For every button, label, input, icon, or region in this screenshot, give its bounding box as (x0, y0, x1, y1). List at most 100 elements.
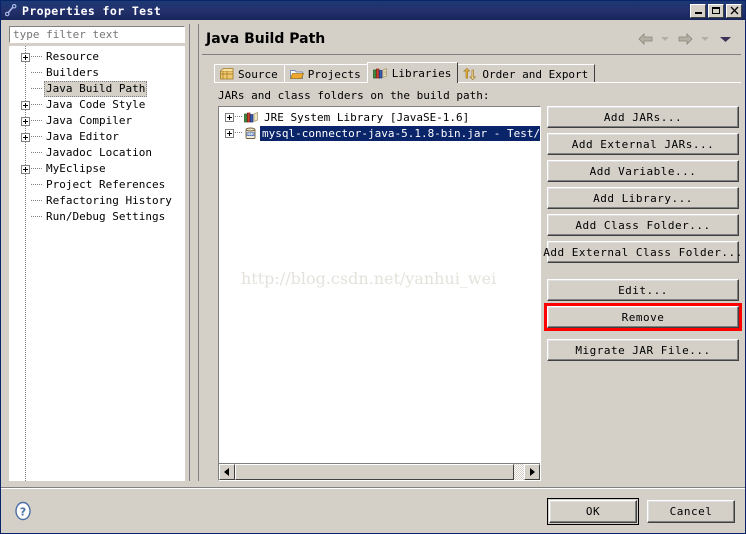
back-arrow-icon[interactable] (637, 31, 653, 47)
open-folder-icon (289, 68, 304, 80)
tree-connector (31, 184, 42, 186)
sidebar-item-myeclipse[interactable]: MyEclipse (9, 161, 185, 177)
view-menu-icon[interactable] (717, 31, 733, 47)
tab-label: Source (238, 67, 278, 81)
sidebar-item-label: Run/Debug Settings (46, 210, 166, 223)
add-jars-button[interactable]: Add JARs... (547, 106, 739, 128)
sidebar-item-run-debug-settings[interactable]: Run/Debug Settings (9, 209, 185, 225)
sidebar-item-label: Builders (46, 66, 99, 79)
sidebar-item-label: MyEclipse (46, 162, 106, 175)
tab-libraries[interactable]: Libraries (366, 62, 459, 83)
pane-divider[interactable] (189, 24, 199, 481)
tree-connector (31, 152, 42, 154)
horizontal-scrollbar[interactable] (219, 463, 540, 480)
list-caption: JARs and class folders on the build path… (218, 89, 490, 102)
add-class-folder-button[interactable]: Add Class Folder... (547, 214, 739, 236)
back-dropdown-icon[interactable] (657, 31, 673, 47)
scroll-right-arrow-icon[interactable] (524, 464, 540, 480)
jar-list-item-label: JRE System Library [JavaSE-1.6] (264, 110, 470, 124)
search-input[interactable] (13, 28, 181, 41)
page-title: Java Build Path (206, 31, 326, 47)
add-library-button[interactable]: Add Library... (547, 187, 739, 209)
expand-plus-icon[interactable] (225, 112, 234, 122)
tree-connector (31, 168, 42, 170)
sidebar-item-project-references[interactable]: Project References (9, 177, 185, 193)
add-external-class-folder-button[interactable]: Add External Class Folder... (543, 241, 742, 263)
tree-connector (31, 72, 42, 74)
tree-leaf-marker-icon (21, 69, 30, 78)
tree-connector (31, 200, 42, 202)
sidebar-item-label: Java Editor (46, 130, 119, 143)
tree-connector (31, 120, 42, 122)
tree-connector (31, 216, 42, 218)
expand-plus-icon[interactable] (21, 52, 30, 62)
dialog-body: ResourceBuildersJava Build PathJava Code… (1, 20, 745, 533)
edit-button[interactable]: Edit... (547, 279, 739, 301)
sidebar-item-label: Resource (46, 50, 99, 63)
ok-button[interactable]: OK (547, 497, 639, 525)
help-icon[interactable]: ? (13, 501, 33, 521)
settings-tree[interactable]: Resource Builders Java Build Path Java Code… (9, 46, 185, 481)
sidebar-item-java-code-style[interactable]: Java Code Style (9, 97, 185, 113)
forward-arrow-icon[interactable] (677, 31, 693, 47)
sidebar-item-refactoring-history[interactable]: Refactoring History (9, 193, 185, 209)
tree-leaf-marker-icon (21, 85, 30, 94)
close-button[interactable] (726, 3, 742, 18)
scroll-thumb[interactable] (235, 464, 514, 480)
tree-connector (235, 116, 242, 118)
expand-plus-icon[interactable] (21, 100, 30, 110)
maximize-button[interactable] (708, 3, 724, 18)
tab-bar: Source Projects Libraries Order and Export (214, 62, 741, 83)
jar-icon: 010 (244, 127, 257, 140)
scroll-track[interactable] (514, 464, 524, 480)
sidebar-item-label: Java Build Path (44, 81, 148, 97)
sidebar-item-resource[interactable]: Resource (9, 49, 185, 65)
remove-button[interactable]: Remove (547, 306, 739, 328)
window-controls (690, 3, 742, 18)
tab-order-and-export[interactable]: Order and Export (457, 64, 596, 83)
sidebar-item-java-compiler[interactable]: Java Compiler (9, 113, 185, 129)
tree-connector (31, 56, 42, 58)
libraries-books-icon (372, 67, 388, 79)
filter-box[interactable] (9, 26, 185, 43)
add-variable-button[interactable]: Add Variable... (547, 160, 739, 182)
sidebar-item-label: Java Compiler (46, 114, 133, 127)
list-and-buttons: JRE System Library [JavaSE-1.6] 010 mysql-… (214, 106, 742, 481)
sidebar-item-builders[interactable]: Builders (9, 65, 185, 81)
scroll-left-arrow-icon[interactable] (219, 464, 235, 480)
cancel-button[interactable]: Cancel (647, 499, 735, 523)
tab-projects[interactable]: Projects (283, 64, 368, 83)
add-external-jars-button[interactable]: Add External JARs... (547, 133, 739, 155)
minimize-button[interactable] (690, 3, 706, 18)
sidebar-item-javadoc-location[interactable]: Javadoc Location (9, 145, 185, 161)
jar-list-item-label: mysql-connector-java-5.1.8-bin.jar - Tes… (260, 125, 540, 141)
tab-label: Projects (307, 67, 361, 81)
order-arrows-icon (463, 68, 478, 80)
migrate-jar-file-button[interactable]: Migrate JAR File... (547, 339, 739, 361)
forward-dropdown-icon[interactable] (697, 31, 713, 47)
tab-source[interactable]: Source (214, 64, 285, 83)
tree-connector (235, 132, 242, 134)
expand-plus-icon[interactable] (21, 164, 30, 174)
expand-plus-icon[interactable] (225, 128, 234, 138)
expand-plus-icon[interactable] (21, 132, 30, 142)
settings-sidebar: Resource Builders Java Build PathJava Code… (5, 24, 188, 481)
settings-page: Java Build Path Source Projects Librarie… (200, 24, 742, 481)
tree-connector (31, 104, 42, 106)
svg-text:010: 010 (247, 132, 253, 136)
sidebar-item-label: Java Code Style (46, 98, 146, 111)
jar-list-item[interactable]: JRE System Library [JavaSE-1.6] (219, 109, 540, 125)
expand-plus-icon[interactable] (21, 116, 30, 126)
tree-connector (31, 136, 42, 138)
jar-list[interactable]: JRE System Library [JavaSE-1.6] 010 mysql-… (219, 107, 540, 463)
tree-leaf-marker-icon (21, 181, 30, 190)
sidebar-item-java-build-path[interactable]: Java Build Path (9, 81, 185, 97)
jar-list-container: JRE System Library [JavaSE-1.6] 010 mysql-… (218, 106, 541, 481)
source-folder-icon (220, 68, 234, 80)
jar-list-item[interactable]: 010 mysql-connector-java-5.1.8-bin.jar - … (219, 125, 540, 141)
watermark-text: http://blog.csdn.net/yanhui_wei (241, 269, 497, 288)
tree-leaf-marker-icon (21, 149, 30, 158)
libraries-tab-panel: JARs and class folders on the build path… (214, 82, 742, 481)
library-books-icon (244, 111, 259, 123)
sidebar-item-java-editor[interactable]: Java Editor (9, 129, 185, 145)
